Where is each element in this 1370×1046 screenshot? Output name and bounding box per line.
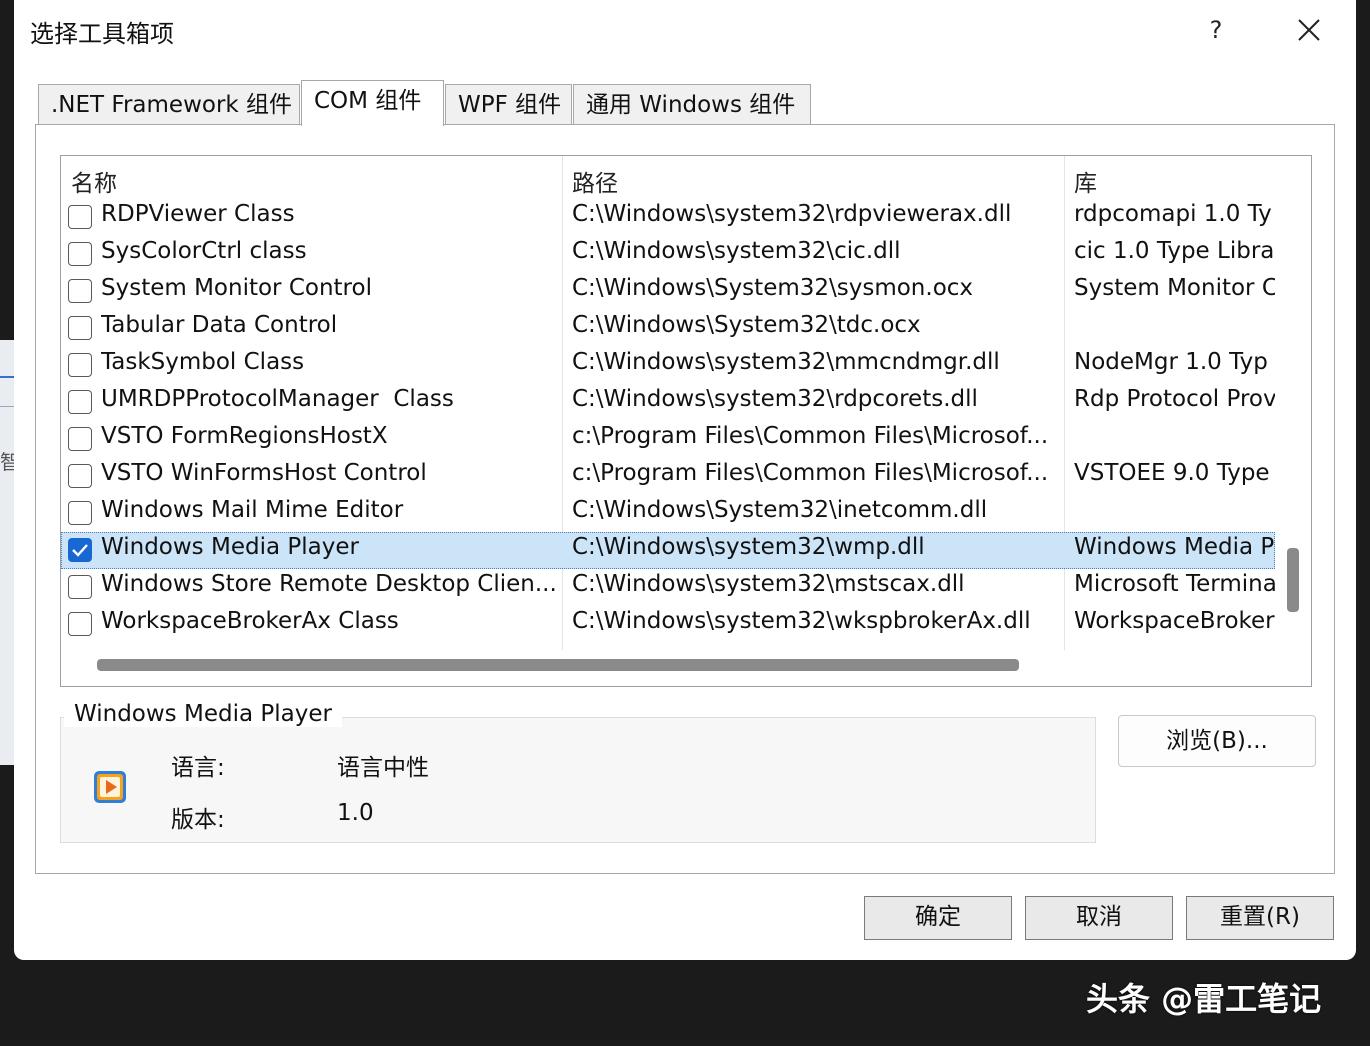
row-path: C:\Windows\system32\cic.dll	[572, 238, 901, 264]
checkmark-icon	[72, 544, 88, 557]
row-path: c:\Program Files\Common Files\Microsof..…	[572, 460, 1049, 486]
version-value: 1.0	[337, 800, 374, 826]
row-name: SysColorCtrl class	[101, 238, 307, 264]
row-checkbox[interactable]	[68, 205, 92, 229]
row-library: WorkspaceBroker	[1074, 608, 1275, 634]
row-name: VSTO WinFormsHost Control	[101, 460, 427, 486]
column-header-library[interactable]: 库	[1074, 164, 1097, 198]
row-checkbox[interactable]	[68, 390, 92, 414]
row-library: cic 1.0 Type Libra	[1074, 238, 1275, 264]
row-path: C:\Windows\system32\rdpcorets.dll	[572, 386, 978, 412]
column-header-name[interactable]: 名称	[71, 164, 117, 198]
row-library: Windows Media P	[1074, 534, 1275, 560]
vertical-scrollbar[interactable]	[1275, 156, 1311, 650]
help-button[interactable]: ?	[1194, 10, 1238, 50]
row-name: Windows Media Player	[101, 534, 359, 560]
table-row[interactable]: System Monitor Control C:\Windows\System…	[61, 273, 1275, 310]
row-name: UMRDPProtocolManager Class	[101, 386, 454, 412]
table-row[interactable]: Windows Store Remote Desktop Clien... C:…	[61, 569, 1275, 606]
row-checkbox[interactable]	[68, 242, 92, 266]
windows-media-player-icon	[94, 771, 126, 803]
row-path: C:\Windows\System32\inetcomm.dll	[572, 497, 988, 523]
browse-button[interactable]: 浏览(B)...	[1118, 715, 1316, 767]
row-library: Microsoft Termina	[1074, 571, 1275, 597]
row-checkbox[interactable]	[68, 612, 92, 636]
table-row[interactable]: VSTO FormRegionsHostX c:\Program Files\C…	[61, 421, 1275, 458]
cancel-button[interactable]: 取消	[1025, 896, 1173, 940]
row-path: C:\Windows\system32\wmp.dll	[572, 534, 925, 560]
row-library: VSTOEE 9.0 Type	[1074, 460, 1270, 486]
row-name: WorkspaceBrokerAx Class	[101, 608, 399, 634]
table-row[interactable]: WorkspaceBrokerAx Class C:\Windows\syste…	[61, 606, 1275, 643]
row-checkbox[interactable]	[68, 464, 92, 488]
table-row[interactable]: RDPViewer Class C:\Windows\system32\rdpv…	[61, 199, 1275, 236]
background-glyph: 智	[0, 450, 14, 474]
row-path: C:\Windows\System32\tdc.ocx	[572, 312, 921, 338]
tab-wpf-components[interactable]: WPF 组件	[445, 84, 572, 124]
choose-toolbox-items-dialog: 选择工具箱项 ? .NET Framework 组件 COM 组件 WPF 组件…	[14, 0, 1356, 960]
row-path: c:\Program Files\Common Files\Microsof..…	[572, 423, 1049, 449]
row-name: System Monitor Control	[101, 275, 372, 301]
table-row[interactable]: UMRDPProtocolManager Class C:\Windows\sy…	[61, 384, 1275, 421]
row-checkbox-checked[interactable]	[68, 538, 92, 562]
table-row[interactable]: TaskSymbol Class C:\Windows\system32\mmc…	[61, 347, 1275, 384]
row-library: NodeMgr 1.0 Typ	[1074, 349, 1268, 375]
close-button[interactable]	[1284, 10, 1334, 50]
tab-universal-windows-components[interactable]: 通用 Windows 组件	[573, 84, 811, 124]
language-label: 语言:	[171, 755, 225, 781]
background-window-edge: 智	[0, 340, 15, 765]
vertical-scrollbar-thumb[interactable]	[1287, 548, 1299, 612]
row-path: C:\Windows\system32\mstscax.dll	[572, 571, 965, 597]
row-checkbox[interactable]	[68, 353, 92, 377]
row-path: C:\Windows\System32\sysmon.ocx	[572, 275, 974, 301]
row-path: C:\Windows\system32\rdpviewerax.dll	[572, 201, 1012, 227]
version-label: 版本:	[171, 807, 225, 833]
details-group-title: Windows Media Player	[64, 701, 342, 727]
dialog-title: 选择工具箱项	[30, 20, 174, 48]
row-name: RDPViewer Class	[101, 201, 295, 227]
tab-com-components[interactable]: COM 组件	[301, 80, 444, 126]
table-row[interactable]: Tabular Data Control C:\Windows\System32…	[61, 310, 1275, 347]
row-name: Tabular Data Control	[101, 312, 338, 338]
row-library: rdpcomapi 1.0 Ty	[1074, 201, 1272, 227]
row-checkbox[interactable]	[68, 501, 92, 525]
details-group: 语言: 语言中性 版本: 1.0	[60, 717, 1096, 843]
reset-button[interactable]: 重置(R)	[1186, 896, 1334, 940]
row-checkbox[interactable]	[68, 279, 92, 303]
row-path: C:\Windows\system32\wkspbrokerAx.dll	[572, 608, 1031, 634]
row-library: System Monitor C	[1074, 275, 1275, 301]
column-header-path[interactable]: 路径	[572, 164, 618, 198]
row-name: Windows Mail Mime Editor	[101, 497, 404, 523]
row-checkbox[interactable]	[68, 427, 92, 451]
tab-panel: 名称 路径 库 RDPViewer Class C:\Windows\syste…	[35, 124, 1335, 874]
row-checkbox[interactable]	[68, 575, 92, 599]
table-row[interactable]: Windows Mail Mime Editor C:\Windows\Syst…	[61, 495, 1275, 532]
table-row[interactable]: SysColorCtrl class C:\Windows\system32\c…	[61, 236, 1275, 273]
component-list[interactable]: 名称 路径 库 RDPViewer Class C:\Windows\syste…	[60, 155, 1312, 687]
close-icon	[1298, 19, 1320, 41]
row-library: Rdp Protocol Prov	[1074, 386, 1275, 412]
language-value: 语言中性	[337, 755, 429, 781]
horizontal-scrollbar[interactable]	[61, 650, 1275, 686]
table-row[interactable]: VSTO WinFormsHost Control c:\Program Fil…	[61, 458, 1275, 495]
row-path: C:\Windows\system32\mmcndmgr.dll	[572, 349, 1000, 375]
table-row-selected[interactable]: Windows Media Player C:\Windows\system32…	[61, 532, 1275, 569]
list-content: 名称 路径 库 RDPViewer Class C:\Windows\syste…	[61, 156, 1275, 650]
watermark: 头条 @雷工笔记	[1086, 980, 1322, 1018]
row-name: VSTO FormRegionsHostX	[101, 423, 388, 449]
horizontal-scrollbar-thumb[interactable]	[97, 659, 1019, 671]
row-name: TaskSymbol Class	[101, 349, 305, 375]
tab-net-framework-components[interactable]: .NET Framework 组件	[38, 84, 300, 124]
list-header: 名称 路径 库	[61, 156, 1275, 200]
background-accent-line	[0, 376, 14, 378]
row-checkbox[interactable]	[68, 316, 92, 340]
row-name: Windows Store Remote Desktop Clien...	[101, 571, 557, 597]
title-bar: 选择工具箱项 ?	[14, 0, 1356, 60]
ok-button[interactable]: 确定	[864, 896, 1012, 940]
background-divider	[0, 406, 14, 407]
